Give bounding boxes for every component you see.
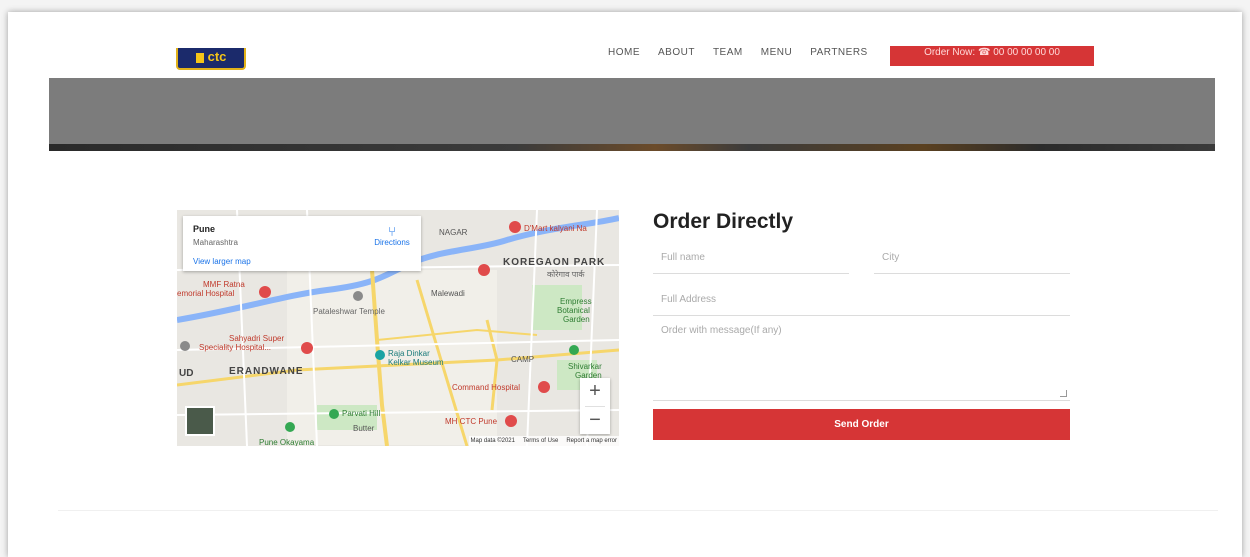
order-now-button[interactable]: Order Now: ☎ 00 00 00 00 00 (890, 46, 1094, 66)
terms-of-use-link[interactable]: Terms of Use (523, 436, 558, 446)
map-label-memorial: emorial Hospital (177, 289, 235, 298)
zoom-out-button[interactable]: − (580, 407, 610, 435)
map-label-shivarkar: Shivarkar (568, 362, 602, 371)
map-label-koregaon-local: कोरेगाव पार्क (547, 270, 585, 279)
zoom-in-button[interactable]: + (580, 378, 610, 406)
map-label-koregaon: KOREGAON PARK (503, 257, 606, 268)
map-label-kelkar: Kelkar Museum (388, 358, 444, 367)
nav-menu[interactable]: MENU (761, 46, 792, 60)
order-form-title: Order Directly (653, 210, 794, 233)
report-map-error-link[interactable]: Report a map error (566, 436, 617, 446)
order-message-placeholder: Order with message(If any) (661, 325, 782, 336)
logo[interactable]: ctc (176, 48, 246, 70)
map-card-state: Maharashtra (193, 238, 238, 247)
map-label-parvati: Parvati Hill (342, 409, 381, 418)
map-label-speciality: Speciality Hospital... (199, 343, 272, 352)
map-label-mmf: MMF Ratna (203, 280, 245, 289)
directions-icon: ⑂ (388, 224, 396, 239)
map-card-city: Pune (193, 224, 216, 234)
map-label-dmart: D'Mart kalyani Na (524, 224, 587, 233)
nav-about[interactable]: ABOUT (658, 46, 695, 60)
map-label-erandwane: ERANDWANE (229, 366, 304, 377)
nav-team[interactable]: TEAM (713, 46, 743, 60)
hero-image-strip (49, 144, 1215, 151)
map-label-mh-ctc: MH CTC Pune (445, 417, 498, 426)
hero-banner (49, 78, 1215, 151)
footer-divider (58, 510, 1218, 511)
view-larger-map-link[interactable]: View larger map (193, 257, 251, 266)
directions-button[interactable]: ⑂ Directions (368, 224, 416, 247)
textarea-resize-handle[interactable] (1060, 390, 1067, 397)
city-input[interactable]: City (874, 243, 1070, 274)
logo-text: ctc (207, 49, 227, 64)
map-label-butter: Butter (353, 424, 375, 433)
map-attribution: Map data ©2021 Terms of Use Report a map… (468, 436, 619, 446)
map-label-botanical: Botanical (557, 306, 590, 315)
main-nav: HOME ABOUT TEAM MENU PARTNERS (608, 46, 868, 60)
nav-partners[interactable]: PARTNERS (810, 46, 868, 60)
directions-label: Directions (374, 238, 410, 247)
map-label-malewadi: Malewadi (431, 289, 465, 298)
map-label-pune-okayama: Pune Okayama (259, 438, 315, 446)
logo-mark-icon (195, 52, 204, 63)
map-info-card: Pune Maharashtra View larger map ⑂ Direc… (183, 216, 421, 271)
full-name-input[interactable]: Full name (653, 243, 849, 274)
map-label-command: Command Hospital (452, 383, 521, 392)
map-zoom-controls: + − (580, 378, 610, 434)
map-label-pataleshwar: Pataleshwar Temple (313, 307, 385, 316)
map-label-garden: Garden (563, 315, 590, 324)
map-label-raja: Raja Dinkar (388, 349, 430, 358)
full-address-input[interactable]: Full Address (653, 285, 1070, 316)
map-label-sahyadri: Sahyadri Super (229, 334, 285, 343)
page: ctc HOME ABOUT TEAM MENU PARTNERS Order … (8, 12, 1242, 557)
satellite-toggle[interactable] (185, 406, 215, 436)
map-label-nagar: NAGAR (439, 228, 468, 237)
map-label-ud: UD (179, 368, 194, 379)
nav-home[interactable]: HOME (608, 46, 640, 60)
send-order-button[interactable]: Send Order (653, 409, 1070, 440)
map-embed[interactable]: NAGAR D'Mart kalyani Na KOREGAON PARK को… (177, 210, 619, 446)
map-label-camp: CAMP (511, 355, 535, 364)
order-message-textarea[interactable]: Order with message(If any) (653, 317, 1070, 401)
map-data-credit: Map data ©2021 (470, 438, 515, 444)
map-label-empress: Empress (560, 297, 592, 306)
